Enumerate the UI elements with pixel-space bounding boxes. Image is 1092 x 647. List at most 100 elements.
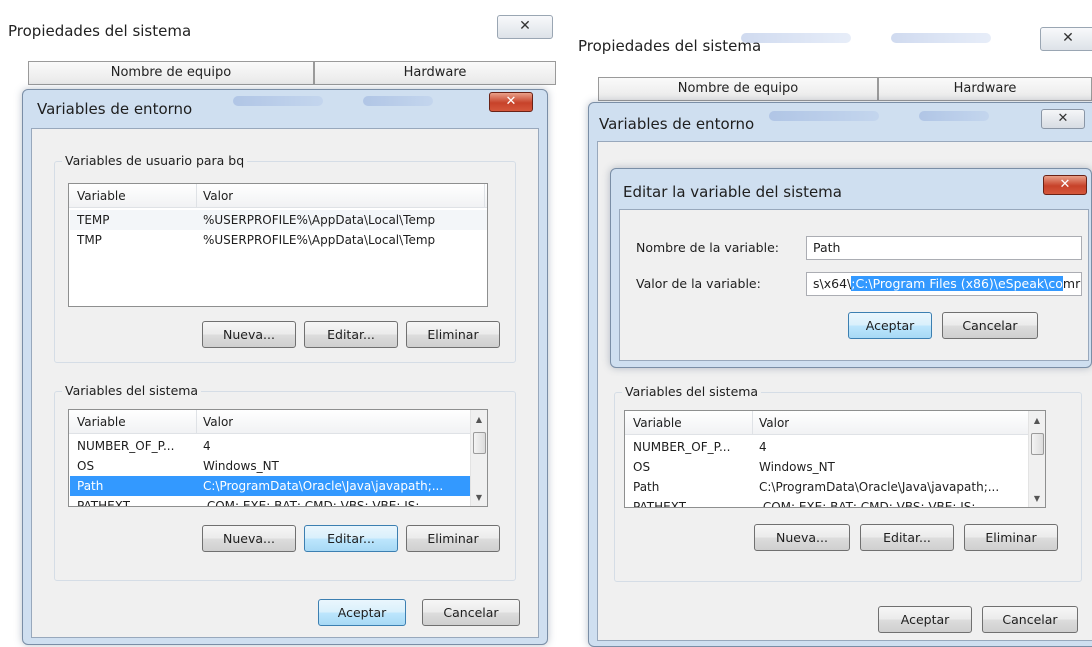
blurred-tab-label bbox=[891, 33, 991, 43]
scroll-down-arrow-icon[interactable]: ▼ bbox=[1029, 491, 1045, 507]
system-edit-button[interactable]: Editar... bbox=[304, 525, 398, 552]
system-properties-title: Propiedades del sistema bbox=[8, 22, 192, 40]
value-text-selected: ;C:\Program Files (x86)\eSpeak\co bbox=[851, 276, 1063, 291]
row-variable: TEMP bbox=[77, 213, 110, 227]
row-variable: OS bbox=[633, 460, 651, 474]
table-row[interactable]: TMP %USERPROFILE%\AppData\Local\Temp bbox=[70, 230, 487, 250]
scroll-thumb[interactable] bbox=[1031, 433, 1044, 455]
scroll-up-arrow-icon[interactable]: ▲ bbox=[471, 412, 487, 428]
row-value: C:\ProgramData\Oracle\Java\javapath;... bbox=[203, 479, 444, 493]
system-variables-list[interactable]: Variable Valor NUMBER_OF_P... 4 OS Windo… bbox=[624, 410, 1046, 508]
row-variable: PATHEXT bbox=[633, 500, 687, 508]
row-value: 4 bbox=[203, 439, 211, 453]
variable-name-label: Nombre de la variable: bbox=[636, 240, 779, 255]
scroll-up-arrow-icon[interactable]: ▲ bbox=[1029, 413, 1045, 429]
system-variables-label: Variables del sistema bbox=[622, 384, 762, 399]
edit-variable-title: Editar la variable del sistema bbox=[623, 183, 842, 201]
row-variable: Path bbox=[77, 479, 104, 493]
variable-name-input[interactable]: Path bbox=[806, 236, 1082, 260]
scroll-down-arrow-icon[interactable]: ▼ bbox=[471, 490, 487, 506]
row-value: .COM;.EXE;.BAT;.CMD;.VBS;.VBE;.JS;.... bbox=[759, 500, 991, 508]
table-row-selected[interactable]: Path C:\ProgramData\Oracle\Java\javapath… bbox=[70, 476, 470, 496]
environment-variables-title: Variables de entorno bbox=[37, 100, 193, 118]
user-edit-button[interactable]: Editar... bbox=[304, 321, 398, 348]
edit-variable-body: Nombre de la variable: Path Valor de la … bbox=[619, 209, 1089, 361]
user-variables-list[interactable]: Variable Valor TEMP %USERPROFILE%\AppDat… bbox=[68, 183, 488, 307]
table-row[interactable]: OS Windows_NT bbox=[626, 457, 1028, 477]
right-screenshot-panel: Propiedades del sistema ✕ Nombre de equi… bbox=[566, 0, 1092, 647]
table-row[interactable]: Path C:\ProgramData\Oracle\Java\javapath… bbox=[626, 477, 1028, 497]
row-value: %USERPROFILE%\AppData\Local\Temp bbox=[203, 233, 436, 247]
table-row[interactable]: PATHEXT .COM;.EXE;.BAT;.CMD;.VBS;.VBE;.J… bbox=[626, 497, 1028, 508]
system-edit-button[interactable]: Editar... bbox=[860, 524, 954, 551]
vertical-scrollbar[interactable]: ▲ ▼ bbox=[470, 410, 487, 506]
user-variables-label: Variables de usuario para bq bbox=[62, 153, 248, 168]
system-variables-list[interactable]: Variable Valor NUMBER_OF_P... 4 OS Windo… bbox=[68, 409, 488, 507]
column-header-valor[interactable]: Valor bbox=[203, 415, 233, 429]
tab-nombre-de-equipo[interactable]: Nombre de equipo bbox=[28, 61, 314, 85]
system-new-button[interactable]: Nueva... bbox=[202, 525, 296, 552]
system-properties-close-button[interactable]: ✕ bbox=[1040, 27, 1092, 51]
row-variable: PATHEXT bbox=[77, 499, 131, 507]
system-properties-title: Propiedades del sistema bbox=[578, 37, 762, 55]
list-header: Variable Valor bbox=[625, 411, 1029, 435]
table-row[interactable]: OS Windows_NT bbox=[70, 456, 470, 476]
column-header-valor[interactable]: Valor bbox=[759, 416, 789, 430]
edit-system-variable-dialog: Editar la variable del sistema ✕ Nombre … bbox=[610, 168, 1092, 368]
row-variable: NUMBER_OF_P... bbox=[633, 440, 731, 454]
variable-value-label: Valor de la variable: bbox=[636, 276, 761, 291]
accept-button[interactable]: Aceptar bbox=[878, 606, 972, 633]
row-variable: OS bbox=[77, 459, 95, 473]
blurred-tab-label bbox=[741, 33, 851, 43]
table-row[interactable]: NUMBER_OF_P... 4 bbox=[70, 436, 470, 456]
environment-variables-body: Variables de usuario para bq Variable Va… bbox=[31, 128, 539, 638]
environment-variables-dialog: Variables de entorno ✕ Variables de usua… bbox=[22, 89, 548, 645]
close-icon[interactable]: ✕ bbox=[1041, 109, 1085, 129]
row-value: Windows_NT bbox=[203, 459, 279, 473]
table-row[interactable]: TEMP %USERPROFILE%\AppData\Local\Temp bbox=[70, 210, 487, 230]
row-variable: NUMBER_OF_P... bbox=[77, 439, 175, 453]
tab-hardware[interactable]: Hardware bbox=[314, 61, 556, 85]
cancel-button[interactable]: Cancelar bbox=[982, 606, 1078, 633]
value-text-suffix: mr bbox=[1062, 276, 1081, 291]
user-delete-button[interactable]: Eliminar bbox=[406, 321, 500, 348]
system-variables-label: Variables del sistema bbox=[62, 383, 202, 398]
system-new-button[interactable]: Nueva... bbox=[754, 524, 850, 551]
blurred-tab-label bbox=[363, 96, 433, 106]
system-delete-button[interactable]: Eliminar bbox=[406, 525, 500, 552]
table-row[interactable]: PATHEXT .COM;.EXE;.BAT;.CMD;.VBS;.VBE;.J… bbox=[70, 496, 470, 507]
value-text-prefix: s\x64\ bbox=[813, 276, 852, 291]
system-delete-button[interactable]: Eliminar bbox=[964, 524, 1058, 551]
table-row[interactable]: NUMBER_OF_P... 4 bbox=[626, 437, 1028, 457]
row-value: C:\ProgramData\Oracle\Java\javapath;... bbox=[759, 480, 1000, 494]
edit-cancel-button[interactable]: Cancelar bbox=[942, 312, 1038, 339]
close-icon[interactable]: ✕ bbox=[1043, 175, 1087, 195]
variable-value-input[interactable]: s\x64\;C:\Program Files (x86)\eSpeak\com… bbox=[806, 272, 1082, 296]
row-variable: TMP bbox=[77, 233, 102, 247]
column-header-variable[interactable]: Variable bbox=[633, 416, 682, 430]
column-header-valor[interactable]: Valor bbox=[203, 189, 233, 203]
tab-nombre-de-equipo[interactable]: Nombre de equipo bbox=[598, 77, 878, 101]
column-header-variable[interactable]: Variable bbox=[77, 189, 126, 203]
row-value: %USERPROFILE%\AppData\Local\Temp bbox=[203, 213, 436, 227]
list-header: Variable Valor bbox=[69, 410, 471, 434]
edit-accept-button[interactable]: Aceptar bbox=[848, 312, 932, 339]
blurred-tab-label bbox=[919, 111, 989, 121]
left-screenshot-panel: Propiedades del sistema ✕ Nombre de equi… bbox=[0, 0, 560, 647]
row-variable: Path bbox=[633, 480, 660, 494]
environment-variables-title: Variables de entorno bbox=[599, 115, 755, 133]
scroll-thumb[interactable] bbox=[473, 432, 486, 454]
column-header-variable[interactable]: Variable bbox=[77, 415, 126, 429]
system-properties-close-button[interactable]: ✕ bbox=[497, 15, 553, 39]
cancel-button[interactable]: Cancelar bbox=[422, 599, 520, 626]
user-new-button[interactable]: Nueva... bbox=[202, 321, 296, 348]
row-value: .COM;.EXE;.BAT;.CMD;.VBS;.VBE;.JS;.... bbox=[203, 499, 435, 507]
vertical-scrollbar[interactable]: ▲ ▼ bbox=[1028, 411, 1045, 507]
blurred-tab-label bbox=[233, 96, 323, 106]
accept-button[interactable]: Aceptar bbox=[318, 599, 406, 626]
list-header: Variable Valor bbox=[69, 184, 487, 208]
close-icon[interactable]: ✕ bbox=[489, 92, 533, 112]
row-value: 4 bbox=[759, 440, 767, 454]
blurred-tab-label bbox=[769, 111, 879, 121]
tab-hardware[interactable]: Hardware bbox=[878, 77, 1092, 101]
